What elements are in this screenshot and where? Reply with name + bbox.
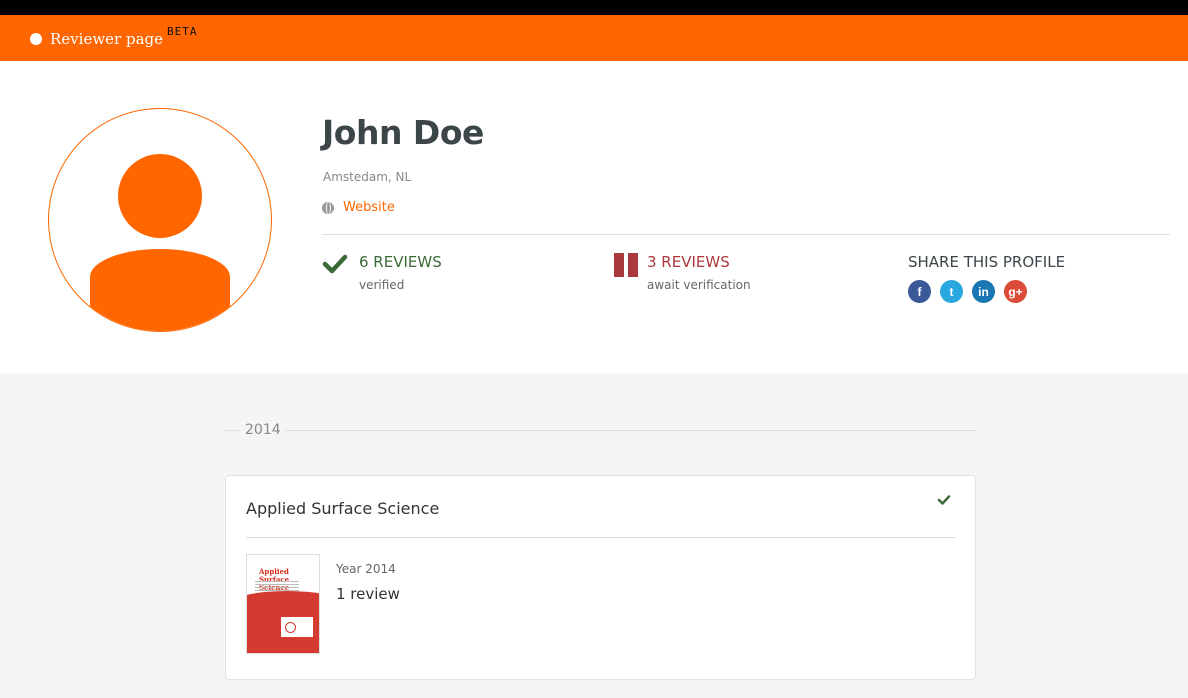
social-buttons: f t in g+: [908, 280, 1065, 303]
profile-name: John Doe: [322, 113, 484, 152]
awaiting-label: await verification: [647, 278, 751, 292]
top-black-strip: [0, 0, 1188, 15]
share-title: SHARE THIS PROFILE: [908, 253, 1066, 271]
year-label: 2014: [245, 422, 281, 438]
journal-card[interactable]: Applied Surface Science Applied Surface …: [225, 475, 976, 680]
website-link[interactable]: Website: [343, 200, 395, 215]
pause-icon: [614, 253, 638, 277]
header-title: Reviewer page: [50, 30, 163, 48]
card-divider: [246, 537, 956, 538]
google-plus-icon[interactable]: g+: [1004, 280, 1027, 303]
year-separator: 2014: [225, 422, 976, 440]
header-bar: Reviewer page BETA: [0, 15, 1188, 61]
share-profile: SHARE THIS PROFILE f t in g+: [908, 253, 1065, 303]
globe-icon: [322, 201, 334, 214]
year-line-right: [285, 430, 976, 431]
avatar-head: [118, 154, 202, 238]
review-year: Year 2014: [336, 562, 396, 576]
twitter-icon[interactable]: t: [940, 280, 963, 303]
avatar-body: [90, 249, 230, 331]
verified-label: verified: [359, 278, 405, 292]
review-count: 1 review: [336, 585, 400, 603]
profile-location: Amstedam, NL: [323, 170, 412, 184]
journal-title[interactable]: Applied Surface Science: [246, 499, 439, 518]
linkedin-icon[interactable]: in: [972, 280, 995, 303]
year-line-left: [225, 430, 239, 431]
cover-text-lines: [255, 581, 299, 591]
awaiting-count: 3 REVIEWS: [647, 253, 730, 271]
brand[interactable]: Reviewer page BETA: [30, 25, 198, 52]
website-row: Website: [322, 200, 395, 215]
cover-inset: [281, 617, 313, 637]
profile-divider: [322, 234, 1170, 235]
facebook-icon[interactable]: f: [908, 280, 931, 303]
verified-count: 6 REVIEWS: [359, 253, 442, 271]
checkmark-icon: [322, 254, 348, 274]
verified-check-icon: [937, 495, 951, 505]
brand-dot-icon: [30, 33, 42, 45]
avatar: [48, 108, 272, 332]
beta-badge: BETA: [167, 25, 198, 38]
profile-section: John Doe Amstedam, NL Website 6 REVIEWS …: [0, 61, 1188, 373]
journal-cover-image: Applied Surface Science: [246, 554, 320, 654]
